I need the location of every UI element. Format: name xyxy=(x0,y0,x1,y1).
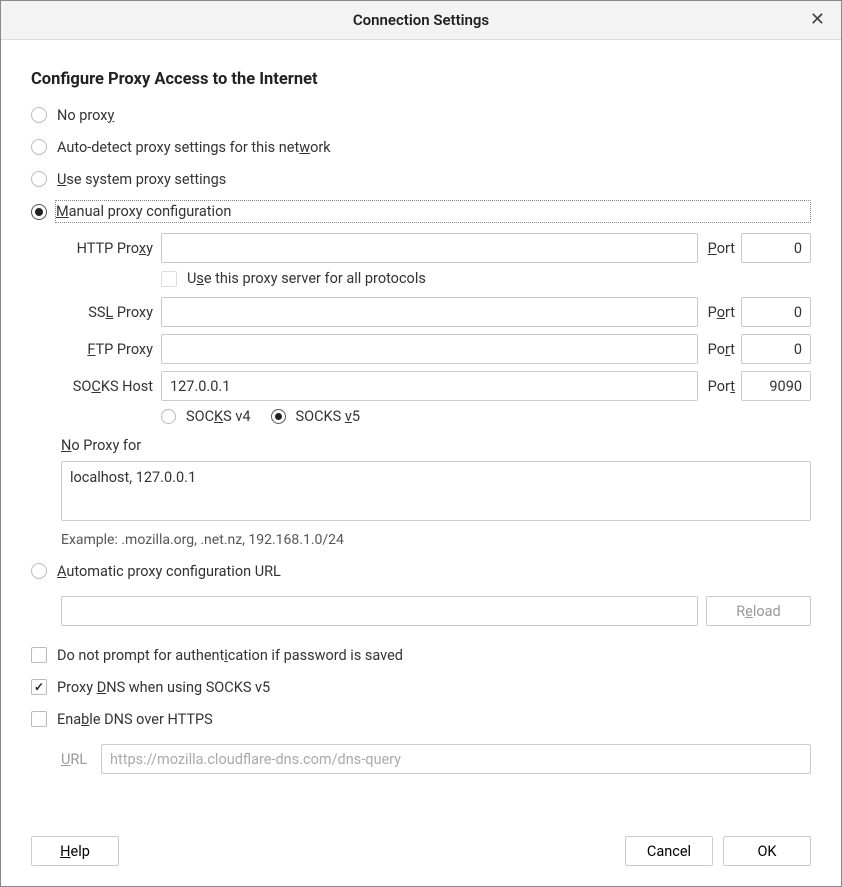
ssl-port-label: Port xyxy=(698,304,741,321)
radio-auto-detect[interactable]: Auto-detect proxy settings for this netw… xyxy=(31,136,811,158)
ssl-proxy-label: SSL Proxy xyxy=(61,304,161,321)
radio-label: No proxy xyxy=(57,107,114,124)
ftp-proxy-input[interactable] xyxy=(161,334,698,364)
http-port-input[interactable] xyxy=(741,233,811,263)
radio-no-proxy[interactable]: No proxy xyxy=(31,104,811,126)
ssl-port-input[interactable] xyxy=(741,297,811,327)
socks-host-input[interactable] xyxy=(161,371,698,401)
radio-icon xyxy=(31,563,47,579)
socks-v4-label: SOCKS v4 xyxy=(186,408,251,425)
socks-host-row: SOCKS Host Port xyxy=(61,371,811,401)
no-proxy-for-textarea[interactable]: localhost, 127.0.0.1 xyxy=(61,461,811,521)
socks-port-label: Port xyxy=(698,378,741,395)
checkbox-icon xyxy=(31,679,47,695)
use-for-all-label: Use this proxy server for all protocols xyxy=(187,270,426,287)
close-button[interactable]: ✕ xyxy=(806,9,829,31)
use-for-all-row[interactable]: Use this proxy server for all protocols xyxy=(161,270,811,287)
no-proxy-example: Example: .mozilla.org, .net.nz, 192.168.… xyxy=(61,532,811,548)
connection-settings-dialog: Connection Settings ✕ Configure Proxy Ac… xyxy=(0,0,842,887)
dialog-title: Connection Settings xyxy=(353,11,489,29)
checkbox-icon xyxy=(31,711,47,727)
socks-port-input[interactable] xyxy=(741,371,811,401)
radio-label: Automatic proxy configuration URL xyxy=(57,563,281,580)
autoconfig-url-input xyxy=(61,596,698,626)
checkbox-icon xyxy=(31,647,47,663)
focus-indicator: Manual proxy configuration xyxy=(55,200,811,223)
radio-system-proxy[interactable]: Use system proxy settings xyxy=(31,168,811,190)
http-proxy-input[interactable] xyxy=(161,233,698,263)
dialog-footer: Help Cancel OK xyxy=(31,836,811,866)
radio-socks-v4[interactable] xyxy=(161,409,176,424)
radio-label: Use system proxy settings xyxy=(57,171,226,188)
titlebar: Connection Settings ✕ xyxy=(1,1,841,40)
http-proxy-label: HTTP Proxy xyxy=(61,240,161,257)
radio-label: Manual proxy configuration xyxy=(56,203,231,220)
radio-icon xyxy=(31,171,47,187)
section-title: Configure Proxy Access to the Internet xyxy=(31,70,811,89)
auth-prompt-checkbox-row[interactable]: Do not prompt for authentication if pass… xyxy=(31,644,811,666)
doh-url-input xyxy=(101,744,811,774)
dialog-content: Configure Proxy Access to the Internet N… xyxy=(1,40,841,886)
doh-url-row: URL xyxy=(61,744,811,774)
doh-url-label: URL xyxy=(61,751,101,768)
http-port-label: Port xyxy=(698,240,741,257)
auth-prompt-label: Do not prompt for authentication if pass… xyxy=(57,647,403,664)
no-proxy-for-label: No Proxy for xyxy=(61,437,811,454)
radio-socks-v5[interactable] xyxy=(271,409,286,424)
cancel-button[interactable]: Cancel xyxy=(625,836,713,866)
http-proxy-row: HTTP Proxy Port xyxy=(61,233,811,263)
ftp-proxy-label: FTP Proxy xyxy=(61,341,161,358)
radio-icon xyxy=(31,204,47,220)
ok-button[interactable]: OK xyxy=(723,836,811,866)
ftp-proxy-row: FTP Proxy Port xyxy=(61,334,811,364)
ftp-port-label: Port xyxy=(698,341,741,358)
socks-host-label: SOCKS Host xyxy=(61,378,161,395)
radio-manual-proxy[interactable]: Manual proxy configuration xyxy=(31,200,811,223)
radio-icon xyxy=(31,139,47,155)
ssl-proxy-row: SSL Proxy Port xyxy=(61,297,811,327)
proxy-dns-label: Proxy DNS when using SOCKS v5 xyxy=(57,679,270,696)
reload-button: Reload xyxy=(706,596,811,626)
radio-auto-config[interactable]: Automatic proxy configuration URL xyxy=(31,560,811,582)
ssl-proxy-input[interactable] xyxy=(161,297,698,327)
radio-icon xyxy=(31,107,47,123)
help-button[interactable]: Help xyxy=(31,836,119,866)
manual-proxy-group: HTTP Proxy Port Use this proxy server fo… xyxy=(61,233,811,560)
doh-checkbox-row[interactable]: Enable DNS over HTTPS xyxy=(31,708,811,730)
ftp-port-input[interactable] xyxy=(741,334,811,364)
autoconfig-row: Reload xyxy=(61,596,811,626)
doh-label: Enable DNS over HTTPS xyxy=(57,711,213,728)
socks-v5-label: SOCKS v5 xyxy=(296,408,361,425)
checkbox-icon xyxy=(161,271,177,287)
proxy-dns-checkbox-row[interactable]: Proxy DNS when using SOCKS v5 xyxy=(31,676,811,698)
radio-label: Auto-detect proxy settings for this netw… xyxy=(57,139,331,156)
socks-version-row: SOCKS v4 SOCKS v5 xyxy=(161,408,811,425)
